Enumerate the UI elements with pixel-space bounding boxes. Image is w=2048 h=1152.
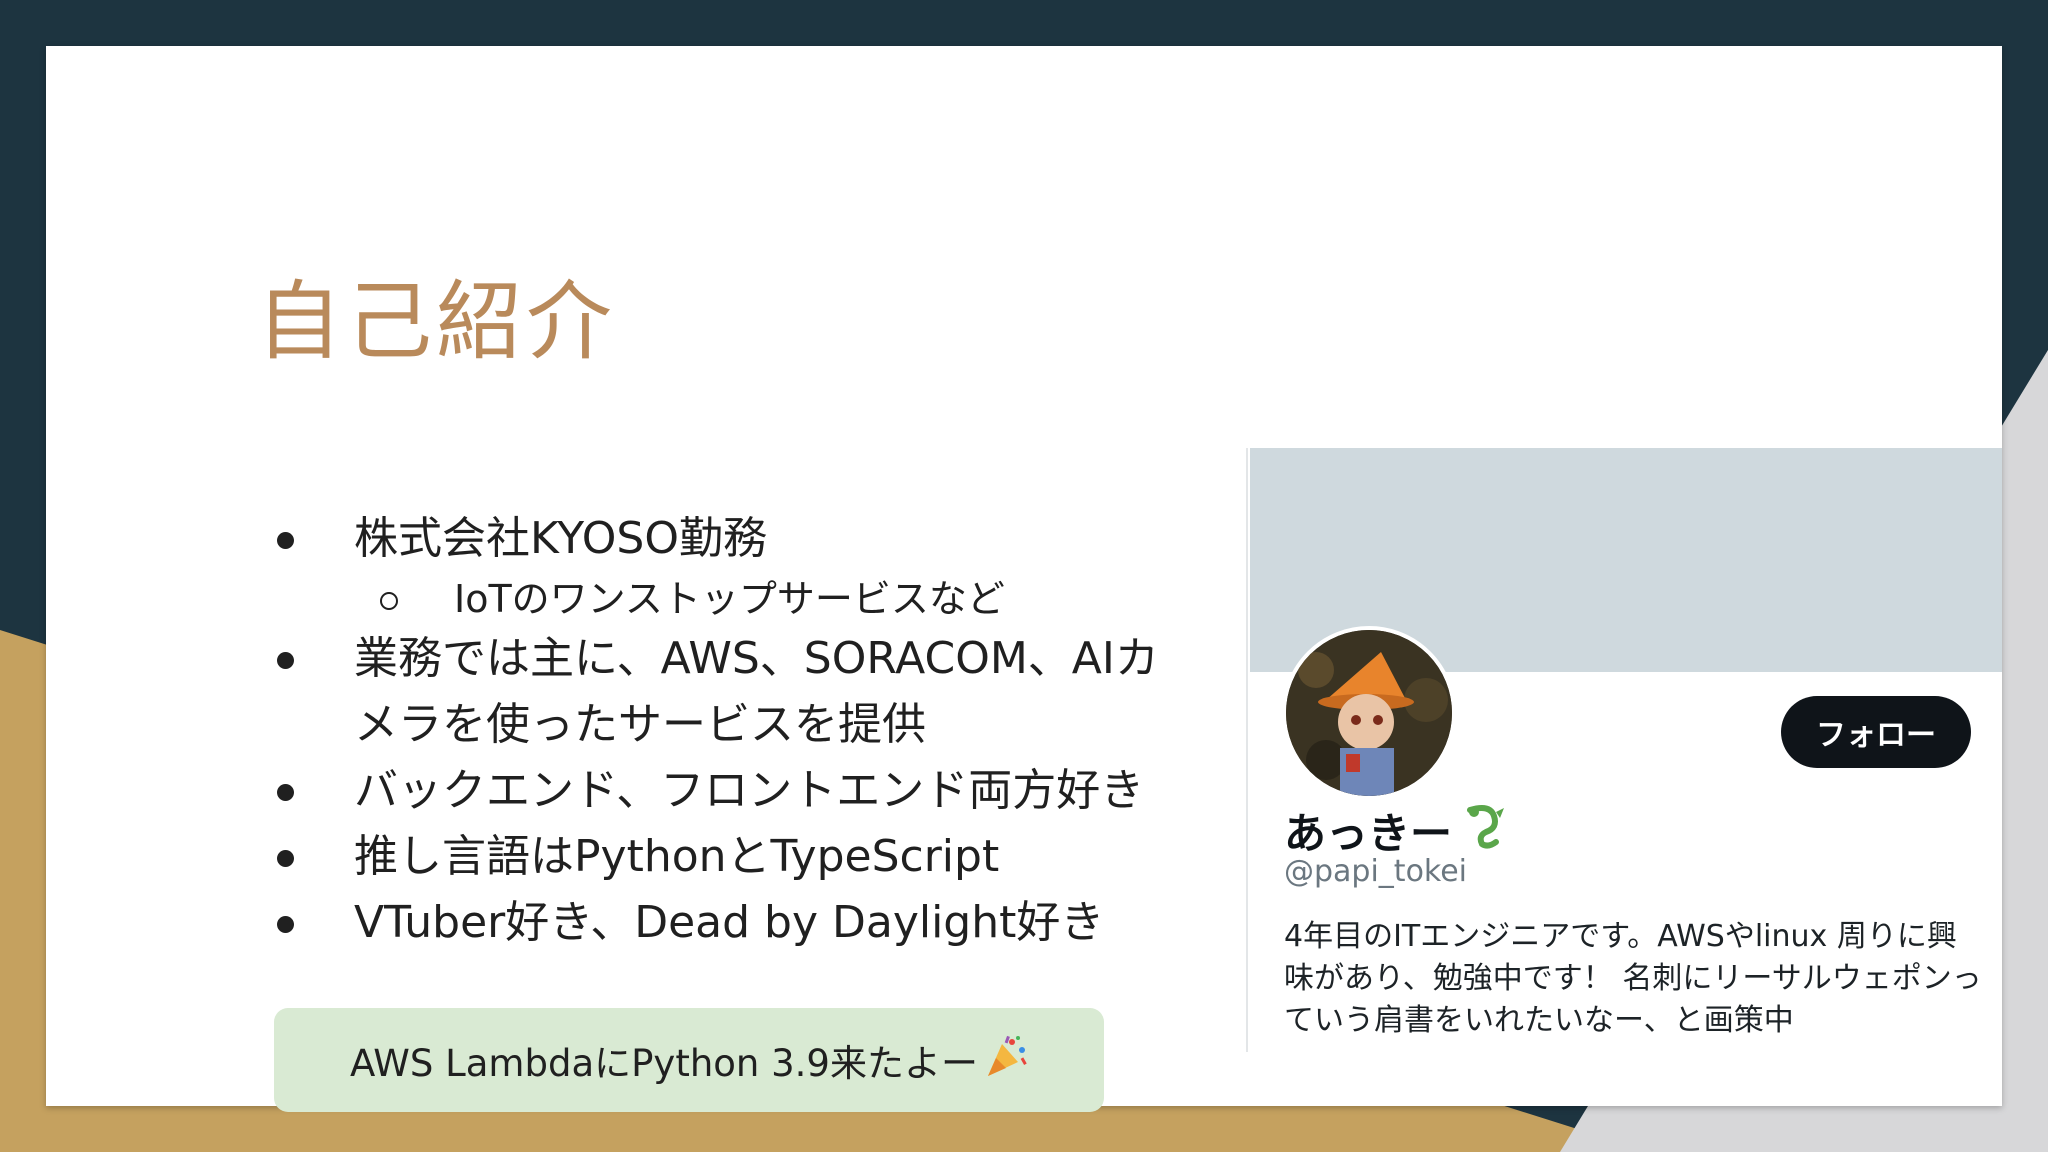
- profile-handle: @papi_tokei: [1284, 854, 1468, 889]
- profile-bio: 4年目のITエンジニアです。AWSやlinux 周りに興味があり、勉強中です！ …: [1284, 919, 1982, 1038]
- bullet-dot-icon: [277, 652, 294, 669]
- sub-bullet-item: IoTのワンストップサービスなど: [271, 572, 1171, 626]
- green-dragon-icon: [1460, 802, 1508, 860]
- bullet-text: 業務では主に、AWS、SORACOM、AIカメラを使ったサービスを提供: [354, 633, 1159, 750]
- bullet-list: 株式会社KYOSO勤務 IoTのワンストップサービスなど 業務では主に、AWS、…: [271, 506, 1171, 956]
- bullet-item: 推し言語はPythonとTypeScript: [271, 824, 1171, 890]
- bullet-item: バックエンド、フロントエンド両方好き: [271, 758, 1171, 824]
- bullet-text: 推し言語はPythonとTypeScript: [354, 831, 1000, 882]
- profile-card: フォロー あっきー @papi_tokei 4年目のITエンジニアです。AWSや…: [1246, 448, 2002, 1052]
- bullet-dot-icon: [277, 532, 294, 549]
- bullet-dot-icon: [277, 784, 294, 801]
- slide-title: 自己紹介: [256, 272, 616, 372]
- bullet-text: VTuber好き、Dead by Daylight好き: [354, 897, 1105, 948]
- party-popper-icon: [984, 1034, 1028, 1087]
- bullet-item: VTuber好き、Dead by Daylight好き: [271, 890, 1171, 956]
- bullet-item: 株式会社KYOSO勤務: [271, 506, 1171, 572]
- bullet-dot-icon: [277, 916, 294, 933]
- sub-bullet-text: IoTのワンストップサービスなど: [454, 577, 1005, 621]
- note-text: AWS LambdaにPython 3.9来たよー: [350, 1042, 978, 1085]
- hollow-circle-icon: [380, 592, 398, 610]
- bullet-dot-icon: [277, 850, 294, 867]
- follow-button[interactable]: フォロー: [1781, 696, 1971, 768]
- bullet-text: 株式会社KYOSO勤務: [354, 513, 767, 564]
- avatar[interactable]: [1282, 626, 1456, 800]
- slide: 自己紹介 株式会社KYOSO勤務 IoTのワンストップサービスなど 業務では主に…: [46, 46, 2002, 1112]
- display-name: あっきー: [1284, 800, 1508, 861]
- bullet-text: バックエンド、フロントエンド両方好き: [354, 765, 1145, 816]
- bullet-item: 業務では主に、AWS、SORACOM、AIカメラを使ったサービスを提供: [271, 626, 1171, 758]
- note-box: AWS LambdaにPython 3.9来たよー: [274, 1008, 1104, 1112]
- display-name-text: あっきー: [1284, 809, 1453, 858]
